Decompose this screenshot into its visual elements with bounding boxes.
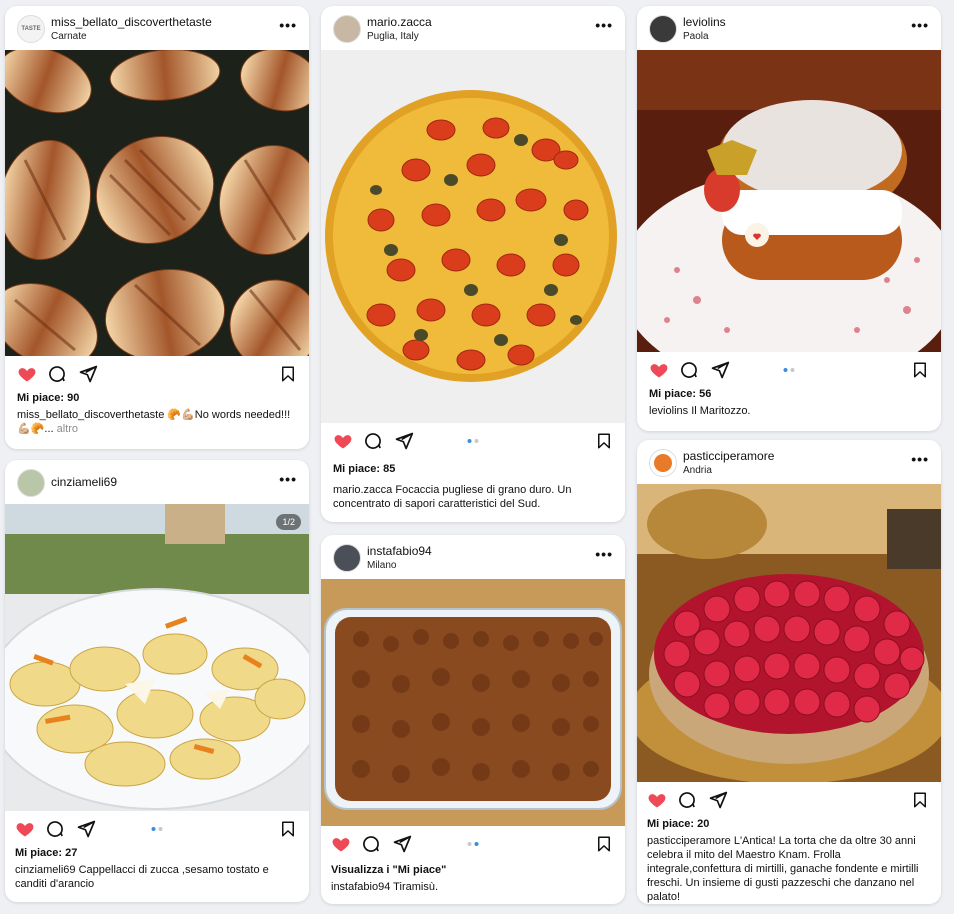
location[interactable]: Andria <box>683 465 712 476</box>
post-header: mario.zacca Puglia, Italy ••• <box>321 6 625 50</box>
post-photo[interactable] <box>637 484 941 782</box>
more-options-icon[interactable]: ••• <box>279 471 297 487</box>
likes-count[interactable]: Visualizza i "Mi piace" <box>321 864 625 876</box>
share-icon[interactable] <box>76 819 96 839</box>
post-photo[interactable] <box>321 50 625 423</box>
image-counter: 1/2 <box>276 514 301 530</box>
bookmark-icon[interactable] <box>279 364 297 384</box>
caption: leviolins Il Maritozzo. <box>637 400 941 418</box>
action-bar <box>321 423 625 459</box>
likes-count[interactable]: Mi piace: 20 <box>637 818 941 830</box>
action-bar <box>321 826 625 862</box>
share-icon[interactable] <box>392 834 412 854</box>
likes-count[interactable]: Mi piace: 90 <box>5 392 309 404</box>
carousel-dots <box>151 827 163 831</box>
caption-username[interactable]: pasticciperamore <box>647 835 731 847</box>
username[interactable]: pasticciperamore <box>683 449 774 463</box>
comment-icon[interactable] <box>363 431 383 451</box>
caption-text: Tiramisù. <box>390 881 439 893</box>
avatar[interactable] <box>333 544 361 572</box>
caption-text: Il Maritozzo. <box>688 405 751 417</box>
post-header: leviolins Paola ••• <box>637 6 941 50</box>
avatar-text: TASTE <box>21 26 41 32</box>
caption: pasticciperamore L'Antica! La torta che … <box>637 830 941 904</box>
username[interactable]: instafabio94 <box>367 544 432 558</box>
avatar[interactable]: TASTE <box>17 15 45 43</box>
bookmark-icon[interactable] <box>595 834 613 854</box>
post-header: instafabio94 Milano ••• <box>321 535 625 579</box>
post-photo[interactable] <box>637 50 941 352</box>
carousel-dots <box>783 368 795 372</box>
share-icon[interactable] <box>78 364 98 384</box>
action-bar <box>5 356 309 392</box>
avatar[interactable] <box>17 469 45 497</box>
caption-username[interactable]: miss_bellato_discoverthetaste <box>17 409 164 421</box>
location[interactable]: Puglia, Italy <box>367 31 419 42</box>
post-card: cinziameli69 ••• 1/2 Mi piace: 27 cinzia… <box>5 460 309 902</box>
action-bar <box>637 352 941 388</box>
carousel-dots <box>467 439 479 443</box>
caption-username[interactable]: leviolins <box>649 405 688 417</box>
location[interactable]: Carnate <box>51 31 87 42</box>
likes-count[interactable]: Mi piace: 27 <box>5 847 309 859</box>
share-icon[interactable] <box>708 790 728 810</box>
carousel-dots <box>467 842 479 846</box>
location[interactable]: Paola <box>683 31 709 42</box>
username[interactable]: mario.zacca <box>367 15 432 29</box>
more-options-icon[interactable]: ••• <box>911 451 929 467</box>
caption-username[interactable]: instafabio94 <box>331 881 390 893</box>
post-card: pasticciperamore Andria ••• Mi piace: 20… <box>637 440 941 904</box>
post-photo[interactable]: 1/2 <box>5 504 309 811</box>
likes-count[interactable]: Mi piace: 56 <box>637 388 941 400</box>
bookmark-icon[interactable] <box>911 790 929 810</box>
like-heart-icon[interactable] <box>15 819 35 839</box>
more-options-icon[interactable]: ••• <box>595 17 613 33</box>
share-icon[interactable] <box>710 360 730 380</box>
post-card: TASTE miss_bellato_discoverthetaste Carn… <box>5 6 309 449</box>
post-card: leviolins Paola ••• Mi piace: 56 levioli… <box>637 6 941 431</box>
post-photo[interactable] <box>321 579 625 826</box>
comment-icon[interactable] <box>45 819 65 839</box>
post-photo[interactable] <box>5 50 309 356</box>
post-card: instafabio94 Milano ••• Visualizza i "Mi… <box>321 535 625 904</box>
more-options-icon[interactable]: ••• <box>911 17 929 33</box>
bookmark-icon[interactable] <box>911 360 929 380</box>
comment-icon[interactable] <box>47 364 67 384</box>
avatar[interactable] <box>649 15 677 43</box>
action-bar <box>5 811 309 847</box>
like-heart-icon[interactable] <box>333 431 353 451</box>
more-options-icon[interactable]: ••• <box>279 17 297 33</box>
caption: cinziameli69 Cappellacci di zucca ,sesam… <box>5 859 309 891</box>
avatar[interactable] <box>649 449 677 477</box>
share-icon[interactable] <box>394 431 414 451</box>
post-card: mario.zacca Puglia, Italy ••• Mi piace: … <box>321 6 625 522</box>
like-heart-icon[interactable] <box>17 364 37 384</box>
bookmark-icon[interactable] <box>595 431 613 451</box>
comment-icon[interactable] <box>677 790 697 810</box>
action-bar <box>637 782 941 818</box>
like-heart-icon[interactable] <box>331 834 351 854</box>
username[interactable]: leviolins <box>683 15 726 29</box>
post-header: cinziameli69 ••• <box>5 460 309 504</box>
post-header: TASTE miss_bellato_discoverthetaste Carn… <box>5 6 309 50</box>
post-header: pasticciperamore Andria ••• <box>637 440 941 484</box>
likes-count[interactable]: Mi piace: 85 <box>321 463 625 475</box>
caption: mario.zacca Focaccia pugliese di grano d… <box>321 475 625 511</box>
comment-icon[interactable] <box>361 834 381 854</box>
like-heart-icon[interactable] <box>647 790 667 810</box>
caption: miss_bellato_discoverthetaste 🥐💪🏼No word… <box>5 404 309 436</box>
like-heart-icon[interactable] <box>649 360 669 380</box>
location[interactable]: Milano <box>367 560 396 571</box>
avatar[interactable] <box>333 15 361 43</box>
more-options-icon[interactable]: ••• <box>595 546 613 562</box>
caption-username[interactable]: mario.zacca <box>333 484 392 496</box>
comment-icon[interactable] <box>679 360 699 380</box>
username[interactable]: cinziameli69 <box>51 475 117 489</box>
more-link[interactable]: altro <box>57 423 78 435</box>
caption-username[interactable]: cinziameli69 <box>15 864 76 876</box>
caption: instafabio94 Tiramisù. <box>321 876 625 894</box>
username[interactable]: miss_bellato_discoverthetaste <box>51 15 212 29</box>
bookmark-icon[interactable] <box>279 819 297 839</box>
